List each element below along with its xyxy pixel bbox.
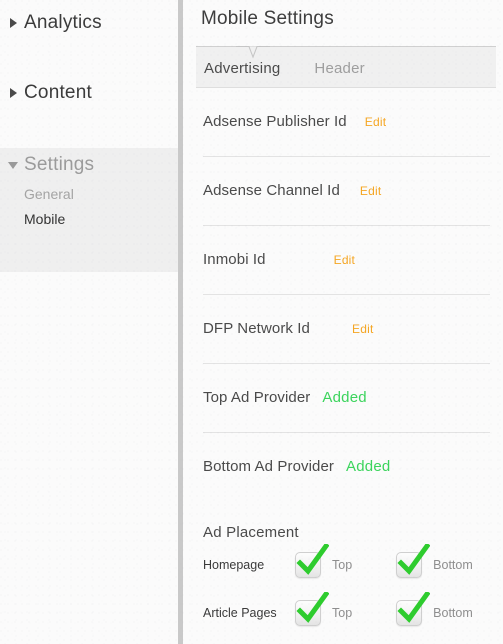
setting-label: Adsense Publisher Id — [203, 113, 347, 130]
sidebar-item-label-analytics: Analytics — [24, 12, 102, 33]
sidebar-item-general[interactable]: General — [0, 182, 178, 207]
checkbox-article-pages-bottom[interactable] — [396, 592, 431, 626]
page-title: Mobile Settings — [201, 8, 334, 29]
ad-placement-row-article-pages: Article Pages Top Bottom — [183, 589, 503, 637]
setting-label: Inmobi Id — [203, 251, 266, 268]
setting-label: Top Ad Provider — [203, 389, 311, 406]
triangle-right-icon — [6, 18, 20, 28]
sidebar: Analytics Content Settings General Mobil… — [0, 0, 178, 644]
triangle-right-icon — [6, 88, 20, 98]
ad-placement-title: Ad Placement — [203, 524, 299, 541]
sidebar-section-settings[interactable]: Settings General Mobile — [0, 148, 178, 272]
ad-placement-row-label: Homepage — [203, 558, 265, 572]
status-badge: Added — [346, 458, 391, 475]
tab-bar: Advertising Header — [196, 46, 496, 88]
status-badge: Added — [322, 389, 367, 406]
settings-row-list: Adsense Publisher Id Edit Adsense Channe… — [183, 87, 503, 501]
checkbox-label-top: Top — [332, 558, 353, 572]
checkmark-icon — [396, 592, 431, 626]
checkbox-homepage-top[interactable] — [295, 544, 329, 578]
checkbox-group-article-top: Top — [295, 592, 353, 626]
checkbox-group-homepage-top: Top — [295, 544, 353, 578]
table-row: Adsense Channel Id Edit — [183, 156, 503, 225]
table-row: Adsense Publisher Id Edit — [183, 87, 503, 156]
checkbox-group-article-bottom: Bottom — [396, 592, 473, 626]
setting-label: Bottom Ad Provider — [203, 458, 335, 475]
checkmark-icon — [295, 592, 329, 626]
checkbox-label-top: Top — [332, 606, 353, 620]
ad-placement-row-label: Article Pages — [203, 606, 277, 620]
active-tab-notch-icon — [236, 46, 270, 59]
sidebar-section-analytics-header[interactable]: Analytics — [0, 6, 178, 40]
sidebar-item-label-settings: Settings — [24, 154, 95, 175]
edit-link[interactable]: Edit — [334, 253, 355, 267]
checkbox-group-homepage-bottom: Bottom — [396, 544, 473, 578]
table-row: Top Ad Provider Added — [183, 363, 503, 432]
ad-placement-row-homepage: Homepage Top Bottom — [183, 541, 503, 589]
app-root: Analytics Content Settings General Mobil… — [0, 0, 503, 644]
table-row: Bottom Ad Provider Added — [183, 432, 503, 501]
table-row: DFP Network Id Edit — [183, 294, 503, 363]
checkbox-label-bottom: Bottom — [433, 558, 473, 572]
checkbox-label-bottom: Bottom — [433, 606, 473, 620]
setting-label: DFP Network Id — [203, 320, 310, 337]
sidebar-section-content[interactable]: Content — [0, 76, 178, 110]
checkmark-icon — [295, 544, 329, 578]
edit-link[interactable]: Edit — [352, 322, 373, 336]
checkbox-homepage-bottom[interactable] — [396, 544, 431, 578]
sidebar-item-label-content: Content — [24, 82, 92, 103]
checkmark-icon — [396, 544, 431, 578]
tab-header[interactable]: Header — [314, 60, 364, 77]
sidebar-section-analytics[interactable]: Analytics — [0, 6, 178, 40]
edit-link[interactable]: Edit — [360, 184, 381, 198]
sidebar-divider — [178, 0, 183, 644]
sidebar-item-mobile[interactable]: Mobile — [0, 207, 178, 232]
table-row: Inmobi Id Edit — [183, 225, 503, 294]
ad-placement-section: Ad Placement Homepage Top Bottom Article… — [183, 524, 503, 637]
setting-label: Adsense Channel Id — [203, 182, 340, 199]
sidebar-section-settings-header[interactable]: Settings — [0, 148, 178, 182]
tab-list: Advertising Header — [204, 60, 365, 77]
triangle-down-icon — [6, 161, 20, 169]
checkbox-article-pages-top[interactable] — [295, 592, 329, 626]
main-content: Mobile Settings Advertising Header Adsen… — [183, 0, 503, 644]
edit-link[interactable]: Edit — [365, 115, 386, 129]
sidebar-section-content-header[interactable]: Content — [0, 76, 178, 110]
tab-advertising[interactable]: Advertising — [204, 60, 280, 77]
